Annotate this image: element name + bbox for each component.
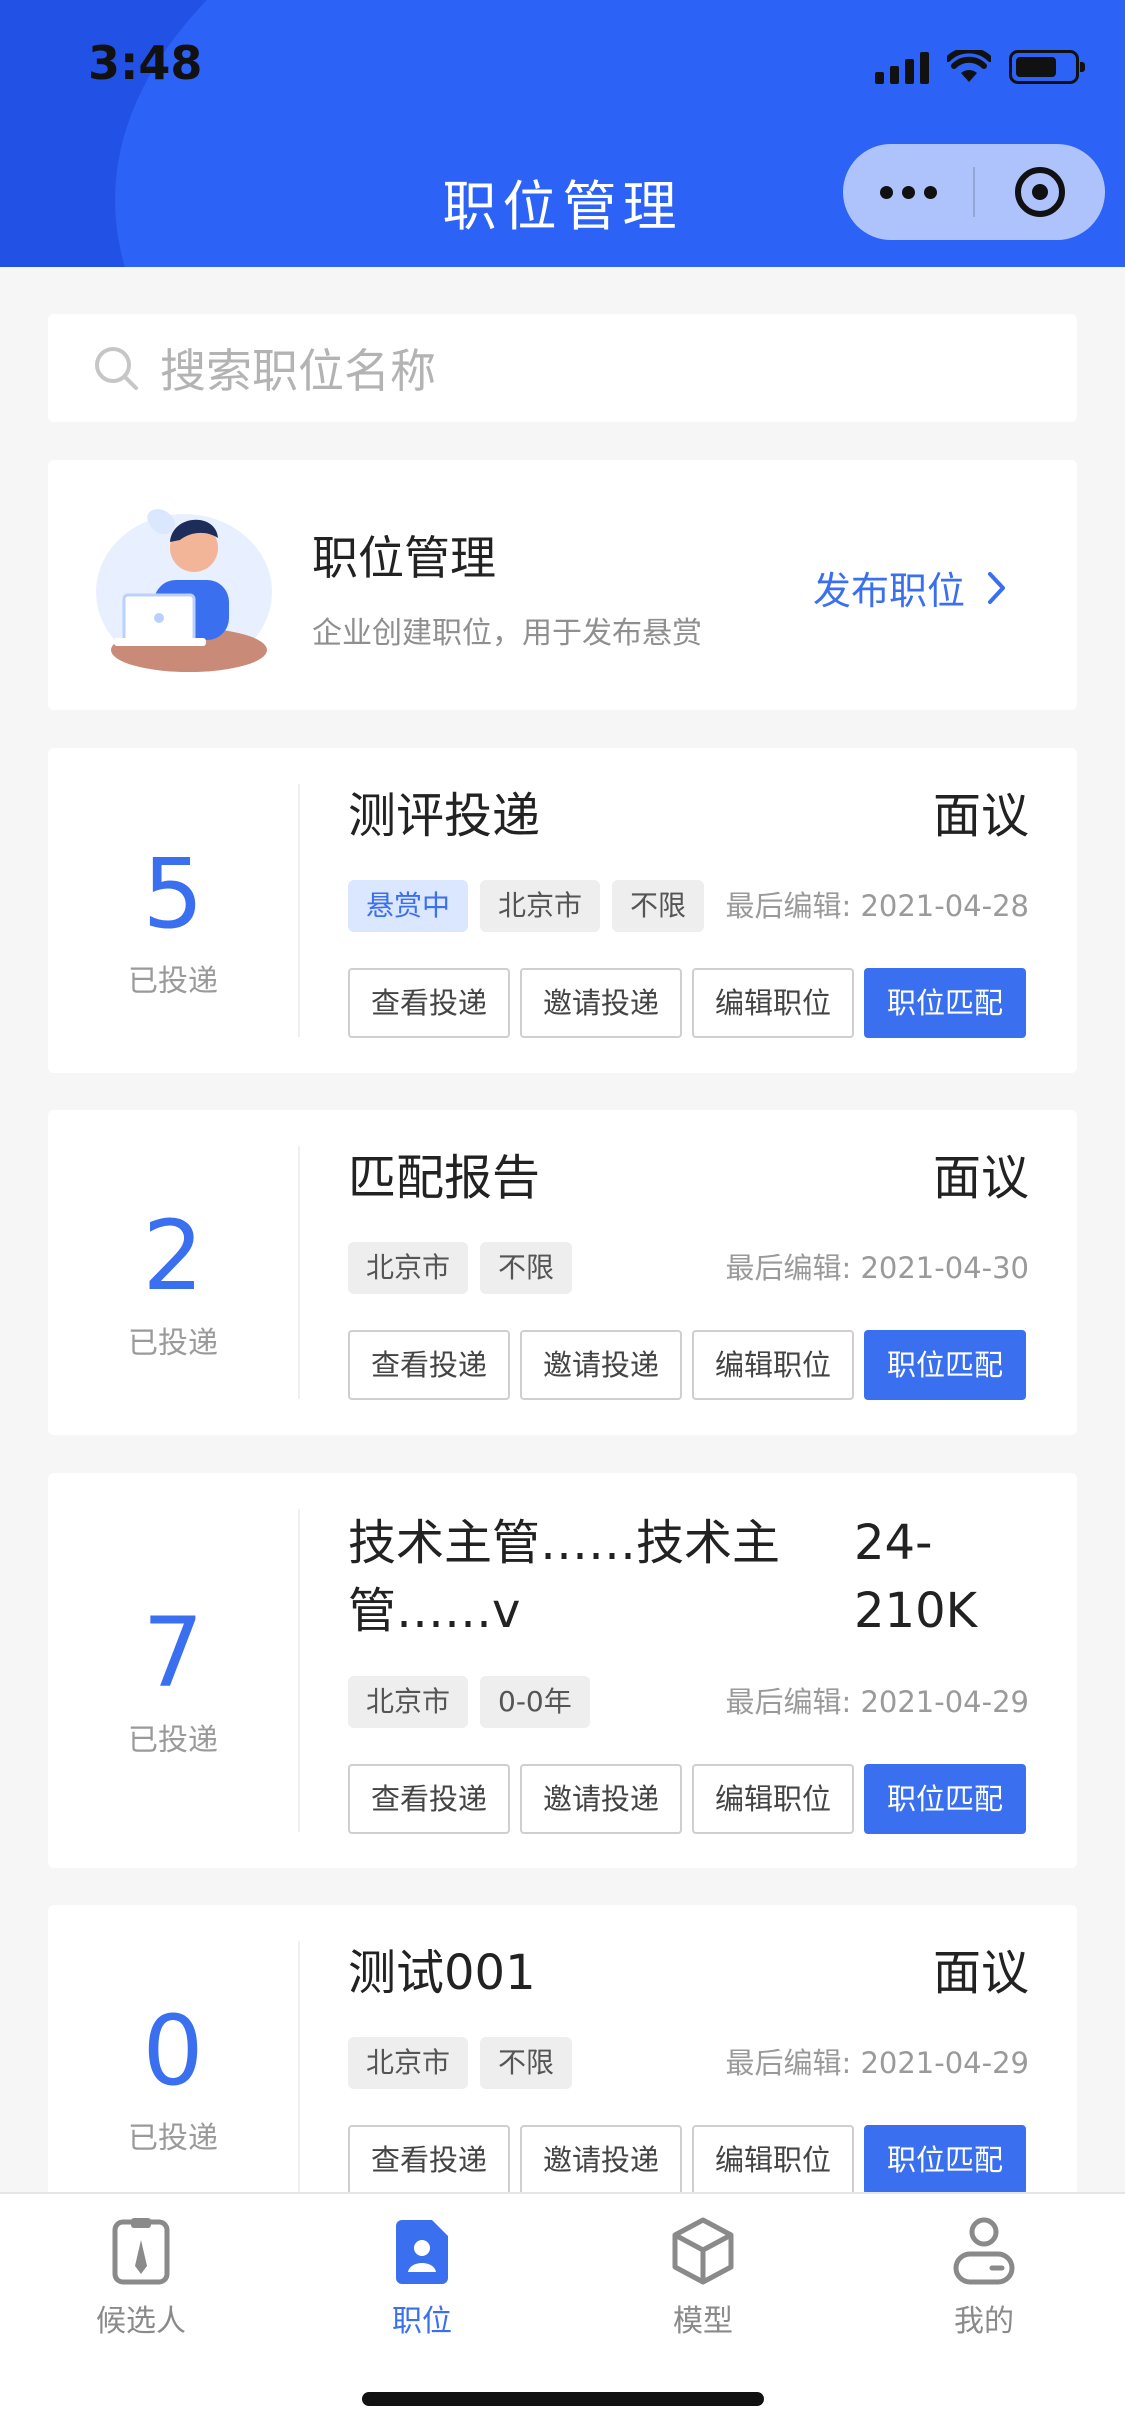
home-indicator [362, 2392, 764, 2406]
cube-icon [672, 2217, 734, 2285]
invite-delivery-button[interactable]: 邀请投递 [520, 2125, 682, 2195]
tab-label: 我的 [954, 2304, 1014, 2339]
position-match-button[interactable]: 职位匹配 [864, 1330, 1026, 1400]
person-laptop-illustration [96, 509, 272, 672]
delivery-count: 5 [142, 838, 204, 950]
delivery-count: 0 [142, 1995, 204, 2107]
edit-position-button[interactable]: 编辑职位 [692, 1764, 854, 1834]
tab-profile[interactable]: 我的 [884, 2210, 1084, 2340]
publish-position-label: 发布职位 [812, 569, 965, 613]
experience-tag: 0-0年 [480, 1676, 590, 1728]
edit-position-button[interactable]: 编辑职位 [692, 1330, 854, 1400]
experience-tag: 不限 [480, 2037, 573, 2089]
job-card[interactable]: 0 已投递 测试001 面议 北京市 不限 最后编辑: 2021-04-29 查… [48, 1905, 1077, 2230]
profile-icon [953, 2217, 1015, 2285]
job-actions: 查看投递 邀请投递 编辑职位 职位匹配 [348, 2125, 1026, 2195]
delivery-count-label: 已投递 [128, 1723, 218, 1758]
wifi-icon [947, 50, 991, 82]
tab-label: 候选人 [96, 2304, 186, 2339]
status-badge: 悬赏中 [348, 880, 469, 932]
job-salary: 面议 [932, 1945, 1029, 2001]
job-tags: 悬赏中 北京市 不限 [348, 880, 705, 932]
job-actions: 查看投递 邀请投递 编辑职位 职位匹配 [348, 968, 1026, 1038]
edit-position-button[interactable]: 编辑职位 [692, 968, 854, 1038]
delivery-count-label: 已投递 [128, 964, 218, 999]
search-icon [95, 347, 138, 390]
position-match-button[interactable]: 职位匹配 [864, 2125, 1026, 2195]
status-icons [875, 50, 1085, 84]
location-tag: 北京市 [480, 880, 601, 932]
job-tags: 北京市 不限 [348, 1242, 573, 1294]
position-banner: 职位管理 企业创建职位，用于发布悬赏 发布职位 [48, 460, 1077, 710]
tab-label: 模型 [673, 2304, 733, 2339]
last-edited: 最后编辑: 2021-04-29 [725, 1685, 1029, 1719]
battery-icon [1009, 50, 1085, 84]
delivery-count-block[interactable]: 2 已投递 [48, 1146, 300, 1399]
delivery-count-block[interactable]: 5 已投递 [48, 784, 300, 1037]
banner-title: 职位管理 [312, 531, 496, 585]
job-title: 技术主管……技术主管……v [348, 1515, 781, 1639]
invite-delivery-button[interactable]: 邀请投递 [520, 968, 682, 1038]
job-salary: 面议 [932, 788, 1029, 844]
job-card[interactable]: 2 已投递 匹配报告 面议 北京市 不限 最后编辑: 2021-04-30 查看… [48, 1110, 1077, 1435]
last-edited: 最后编辑: 2021-04-30 [725, 1251, 1029, 1285]
last-edited: 最后编辑: 2021-04-28 [725, 889, 1029, 923]
search-placeholder: 搜索职位名称 [160, 344, 436, 398]
tab-positions[interactable]: 职位 [322, 2210, 522, 2340]
job-title: 匹配报告 [348, 1150, 541, 1206]
job-actions: 查看投递 邀请投递 编辑职位 职位匹配 [348, 1330, 1026, 1400]
invite-delivery-button[interactable]: 邀请投递 [520, 1330, 682, 1400]
view-deliveries-button[interactable]: 查看投递 [348, 1330, 510, 1400]
tab-label: 职位 [392, 2304, 452, 2339]
view-deliveries-button[interactable]: 查看投递 [348, 1764, 510, 1834]
job-salary: 面议 [932, 1150, 1029, 1206]
invite-delivery-button[interactable]: 邀请投递 [520, 1764, 682, 1834]
location-tag: 北京市 [348, 1676, 469, 1728]
location-tag: 北京市 [348, 2037, 469, 2089]
mini-program-capsule [843, 144, 1105, 240]
job-actions: 查看投递 邀请投递 编辑职位 职位匹配 [348, 1764, 1026, 1834]
view-deliveries-button[interactable]: 查看投递 [348, 968, 510, 1038]
job-card[interactable]: 5 已投递 测评投递 面议 悬赏中 北京市 不限 最后编辑: 2021-04-2… [48, 748, 1077, 1073]
delivery-count: 7 [142, 1597, 204, 1709]
job-tags: 北京市 不限 [348, 2037, 573, 2089]
position-match-button[interactable]: 职位匹配 [864, 1764, 1026, 1834]
job-title: 测试001 [348, 1945, 536, 2001]
close-target-icon[interactable] [975, 167, 1105, 217]
delivery-count-label: 已投递 [128, 1326, 218, 1361]
last-edited: 最后编辑: 2021-04-29 [725, 2046, 1029, 2080]
resume-icon [112, 2218, 170, 2285]
job-title: 测评投递 [348, 788, 541, 844]
status-time: 3:48 [88, 36, 203, 90]
banner-subtitle: 企业创建职位，用于发布悬赏 [312, 616, 702, 651]
experience-tag: 不限 [480, 1242, 573, 1294]
job-card[interactable]: 7 已投递 技术主管……技术主管……v 24-210K 北京市 0-0年 最后编… [48, 1473, 1077, 1868]
more-icon[interactable] [843, 185, 973, 199]
header: 3:48 职位管理 [0, 0, 1125, 267]
experience-tag: 不限 [612, 880, 705, 932]
position-icon [396, 2220, 448, 2284]
search-input[interactable]: 搜索职位名称 [48, 314, 1077, 422]
view-deliveries-button[interactable]: 查看投递 [348, 2125, 510, 2195]
position-match-button[interactable]: 职位匹配 [864, 968, 1026, 1038]
tab-models[interactable]: 模型 [603, 2210, 803, 2340]
chevron-right-icon [988, 571, 1005, 604]
tab-candidates[interactable]: 候选人 [41, 2210, 241, 2340]
publish-position-button[interactable]: 发布职位 [813, 560, 1007, 615]
job-salary: 24-210K [854, 1515, 978, 1639]
delivery-count-block[interactable]: 0 已投递 [48, 1941, 300, 2194]
job-tags: 北京市 0-0年 [348, 1676, 590, 1728]
cellular-signal-icon [875, 50, 929, 84]
delivery-count-label: 已投递 [128, 2121, 218, 2156]
delivery-count: 2 [142, 1200, 204, 1312]
edit-position-button[interactable]: 编辑职位 [692, 2125, 854, 2195]
delivery-count-block[interactable]: 7 已投递 [48, 1509, 300, 1832]
location-tag: 北京市 [348, 1242, 469, 1294]
